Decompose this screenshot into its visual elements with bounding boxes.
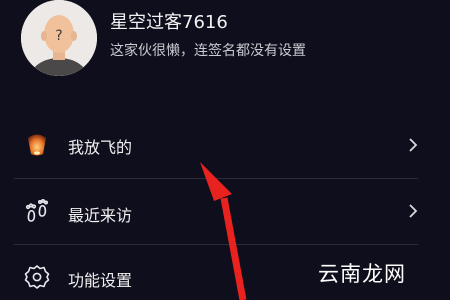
profile-header[interactable]: ? 星空过客7616 这家伙很懒，连签名都没有设置 (0, 0, 450, 92)
sky-lantern-icon (24, 132, 50, 158)
chevron-right-icon (408, 137, 418, 153)
chevron-right-icon (408, 203, 418, 219)
nickname: 星空过客7616 (110, 12, 228, 33)
divider (14, 244, 418, 245)
signature: 这家伙很懒，连签名都没有设置 (110, 43, 306, 59)
watermark: 云南龙网 (318, 262, 406, 286)
avatar[interactable]: ? (21, 0, 97, 76)
menu-item-label: 功能设置 (68, 271, 133, 290)
gear-icon (24, 264, 50, 290)
divider (14, 178, 418, 179)
default-avatar-icon: ? (21, 0, 97, 76)
menu-item-label: 最近来访 (68, 206, 133, 225)
svg-text:?: ? (55, 28, 62, 44)
menu-item-label: 我放飞的 (68, 138, 133, 157)
menu-item-my-released[interactable]: 我放飞的 (0, 116, 450, 174)
footprint-icon (24, 198, 50, 225)
menu-item-recent-visitors[interactable]: 最近来访 (0, 182, 450, 240)
